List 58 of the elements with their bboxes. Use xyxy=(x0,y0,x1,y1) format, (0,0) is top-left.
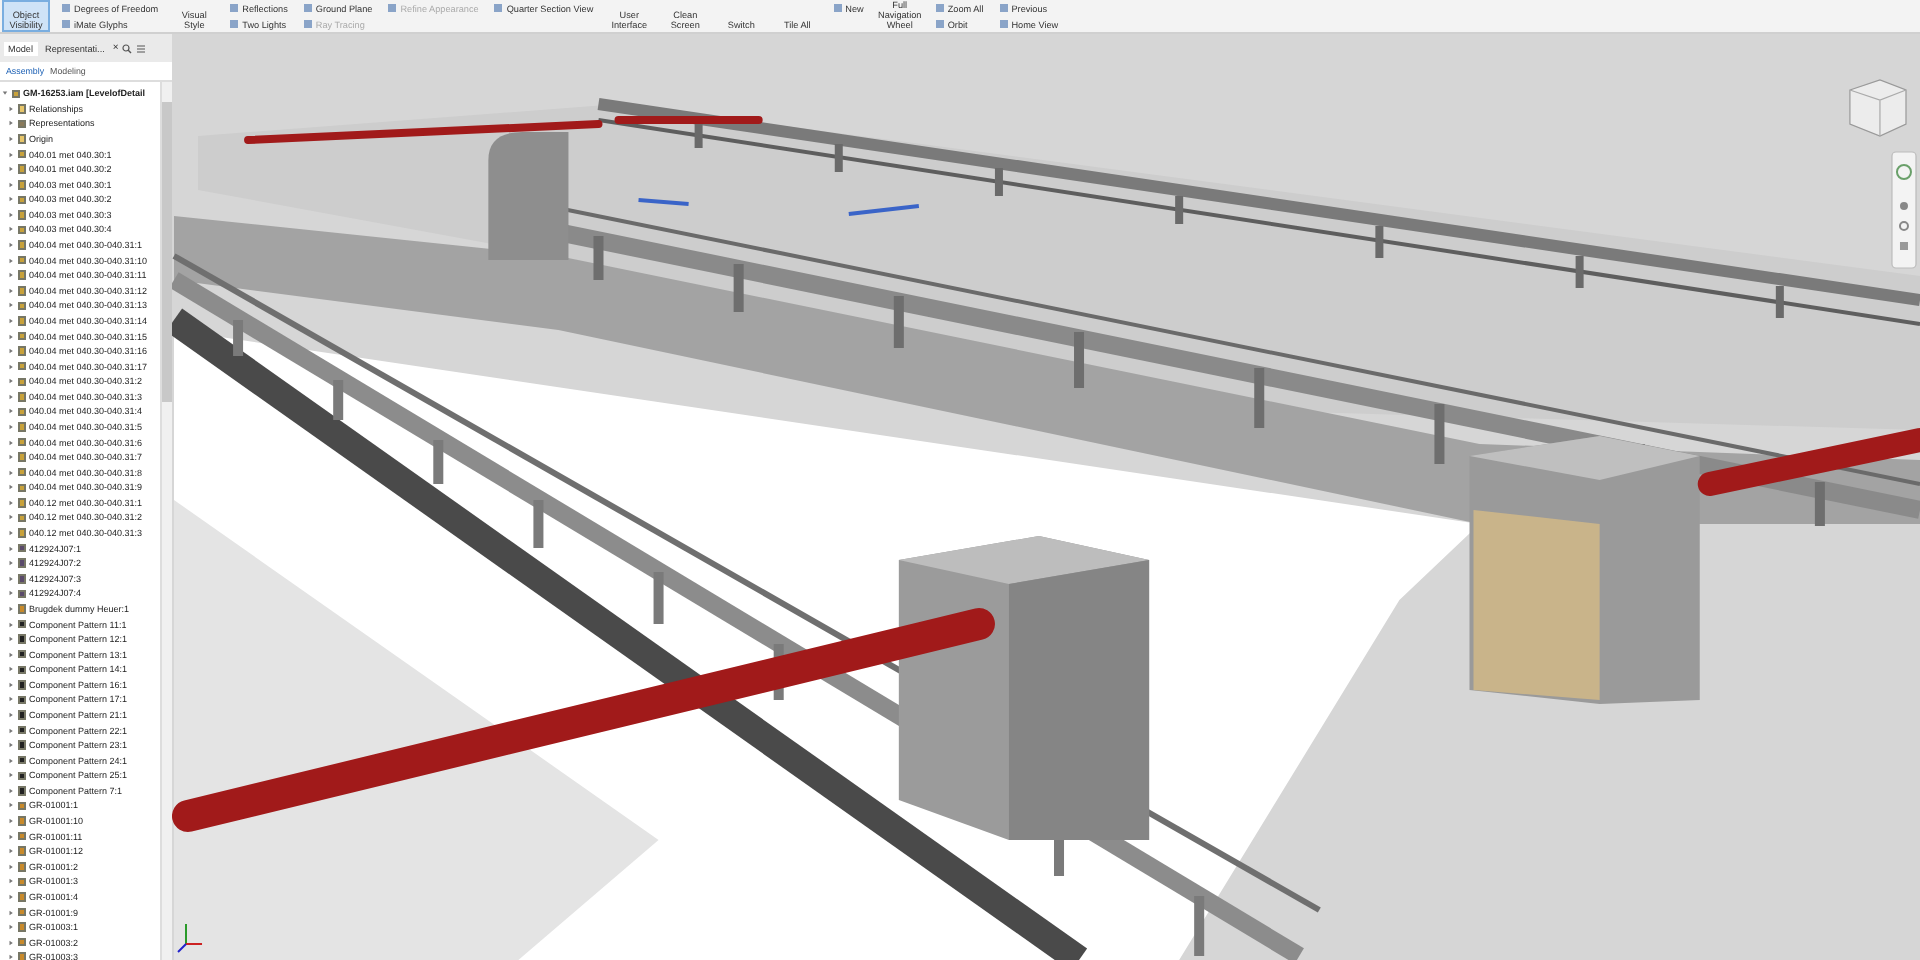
expand-arrow-icon[interactable] xyxy=(8,545,14,552)
expand-arrow-icon[interactable] xyxy=(8,651,14,658)
expand-arrow-icon[interactable] xyxy=(8,242,14,249)
expand-arrow-icon[interactable] xyxy=(8,530,14,537)
expand-arrow-icon[interactable] xyxy=(8,257,14,264)
expand-arrow-icon[interactable] xyxy=(8,727,14,734)
expand-arrow-icon[interactable] xyxy=(8,636,14,643)
expand-arrow-icon[interactable] xyxy=(8,621,14,628)
expand-arrow-icon[interactable] xyxy=(8,893,14,900)
expand-arrow-icon[interactable] xyxy=(8,772,14,779)
expand-arrow-icon[interactable] xyxy=(8,924,14,931)
expand-arrow-icon[interactable] xyxy=(8,590,14,597)
expand-arrow-icon[interactable] xyxy=(8,348,14,355)
expand-arrow-icon[interactable] xyxy=(8,818,14,825)
expand-arrow-icon[interactable] xyxy=(8,120,14,127)
expand-arrow-icon[interactable] xyxy=(8,333,14,340)
expand-arrow-icon[interactable] xyxy=(8,393,14,400)
expand-arrow-icon[interactable] xyxy=(8,666,14,673)
expand-arrow-icon[interactable] xyxy=(8,833,14,840)
expand-arrow-icon[interactable] xyxy=(8,787,14,794)
expand-arrow-icon[interactable] xyxy=(8,863,14,870)
expand-arrow-icon[interactable] xyxy=(8,439,14,446)
axis-triad-icon xyxy=(177,923,204,953)
expand-arrow-icon[interactable] xyxy=(8,575,14,582)
expand-arrow-icon[interactable] xyxy=(8,302,14,309)
expand-arrow-icon[interactable] xyxy=(8,272,14,279)
expand-arrow-icon[interactable] xyxy=(8,378,14,385)
expand-arrow-icon[interactable] xyxy=(8,469,14,476)
expand-arrow-icon[interactable] xyxy=(8,939,14,946)
expand-arrow-icon[interactable] xyxy=(8,136,14,143)
expand-arrow-icon[interactable] xyxy=(8,560,14,567)
expand-arrow-icon[interactable] xyxy=(8,742,14,749)
expand-arrow-icon[interactable] xyxy=(8,181,14,188)
expand-arrow-icon[interactable] xyxy=(8,105,14,112)
expand-arrow-icon[interactable] xyxy=(8,484,14,491)
expand-arrow-icon[interactable] xyxy=(8,499,14,506)
expand-arrow-icon[interactable] xyxy=(8,408,14,415)
expand-arrow-icon[interactable] xyxy=(8,317,14,324)
expand-arrow-icon[interactable] xyxy=(8,166,14,173)
expand-arrow-icon[interactable] xyxy=(8,681,14,688)
expand-arrow-icon[interactable] xyxy=(8,151,14,158)
expand-arrow-icon[interactable] xyxy=(8,711,14,718)
expand-arrow-icon[interactable] xyxy=(8,363,14,370)
scrollbar[interactable] xyxy=(160,82,172,960)
expand-arrow-icon[interactable] xyxy=(8,878,14,885)
expand-arrow-icon[interactable] xyxy=(8,196,14,203)
expand-arrow-icon[interactable] xyxy=(8,802,14,809)
expand-arrow-icon[interactable] xyxy=(8,696,14,703)
expand-arrow-icon[interactable] xyxy=(8,848,14,855)
search-icon[interactable] xyxy=(122,43,133,53)
expand-arrow-icon[interactable] xyxy=(8,605,14,612)
navigation-bar[interactable] xyxy=(1891,151,1917,269)
expand-arrow-icon[interactable] xyxy=(8,287,14,294)
expand-arrow-icon[interactable] xyxy=(8,454,14,461)
expand-arrow-icon[interactable] xyxy=(8,226,14,233)
expand-arrow-icon[interactable] xyxy=(8,757,14,764)
expand-arrow-icon[interactable] xyxy=(8,514,14,521)
expand-arrow-icon[interactable] xyxy=(8,211,14,218)
